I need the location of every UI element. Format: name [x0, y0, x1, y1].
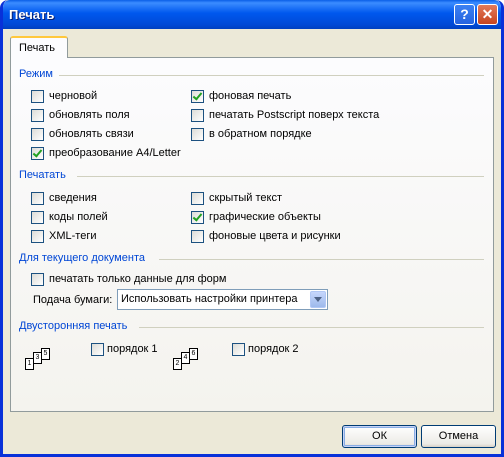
tab-print[interactable]: Печать	[10, 36, 68, 58]
cancel-button[interactable]: Отмена	[421, 425, 496, 448]
duplex-group-divider	[139, 327, 484, 328]
a4-letter-checkbox[interactable]	[31, 147, 44, 160]
page-5-icon: 5	[41, 348, 50, 360]
current-doc-group-divider	[159, 259, 484, 260]
duplex-order1-icon: 1 3 5	[25, 348, 57, 374]
close-button[interactable]: ✕	[477, 4, 498, 25]
print-group-title: Печатать	[19, 169, 66, 181]
background-print-checkbox[interactable]	[191, 90, 204, 103]
duplex-group-title: Двусторонняя печать	[19, 320, 128, 332]
hidden-text-label[interactable]: скрытый текст	[209, 192, 282, 204]
field-codes-checkbox[interactable]	[31, 211, 44, 224]
title-bar[interactable]: Печать ? ✕	[3, 0, 501, 29]
duplex-order2-checkbox[interactable]	[232, 343, 245, 356]
page-6-icon: 6	[189, 348, 198, 360]
summary-info-label[interactable]: сведения	[49, 192, 97, 204]
drawing-objects-checkbox[interactable]	[191, 211, 204, 224]
xml-tags-checkbox[interactable]	[31, 230, 44, 243]
form-data-only-checkbox[interactable]	[31, 273, 44, 286]
duplex-order1-label[interactable]: порядок 1	[107, 343, 158, 355]
postscript-over-text-checkbox[interactable]	[191, 109, 204, 122]
paper-feed-value: Использовать настройки принтера	[121, 293, 298, 305]
mode-group-divider	[59, 75, 484, 76]
update-fields-label[interactable]: обновлять поля	[49, 109, 130, 121]
draft-checkbox[interactable]	[31, 90, 44, 103]
update-links-checkbox[interactable]	[31, 128, 44, 141]
ok-button[interactable]: ОК	[342, 425, 417, 448]
mode-group-title: Режим	[19, 68, 53, 80]
form-data-only-label[interactable]: печатать только данные для форм	[49, 273, 226, 285]
a4-letter-label[interactable]: преобразование A4/Letter	[49, 147, 181, 159]
background-print-label[interactable]: фоновая печать	[209, 90, 291, 102]
duplex-order2-icon: 2 4 6	[173, 348, 205, 374]
paper-feed-dropdown[interactable]: Использовать настройки принтера	[117, 289, 328, 310]
tab-print-label: Печать	[19, 42, 56, 54]
xml-tags-label[interactable]: XML-теги	[49, 230, 96, 242]
print-group-divider	[77, 176, 484, 177]
update-fields-checkbox[interactable]	[31, 109, 44, 122]
close-icon: ✕	[481, 6, 494, 22]
help-button[interactable]: ?	[454, 4, 475, 25]
field-codes-label[interactable]: коды полей	[49, 211, 108, 223]
update-links-label[interactable]: обновлять связи	[49, 128, 134, 140]
postscript-over-text-label[interactable]: печатать Postscript поверх текста	[209, 109, 379, 121]
summary-info-checkbox[interactable]	[31, 192, 44, 205]
reverse-order-label[interactable]: в обратном порядке	[209, 128, 312, 140]
hidden-text-checkbox[interactable]	[191, 192, 204, 205]
duplex-order1-checkbox[interactable]	[91, 343, 104, 356]
reverse-order-checkbox[interactable]	[191, 128, 204, 141]
background-colors-label[interactable]: фоновые цвета и рисунки	[209, 230, 341, 242]
tab-panel: Режим черновой обновлять поля обновлять …	[10, 57, 494, 412]
help-icon: ?	[460, 6, 469, 22]
window-title: Печать	[9, 7, 55, 22]
duplex-order2-label[interactable]: порядок 2	[248, 343, 299, 355]
drawing-objects-label[interactable]: графические объекты	[209, 211, 321, 223]
chevron-down-icon[interactable]	[310, 291, 326, 308]
print-options-dialog: Печать ? ✕ Печать Режим черновой обновля…	[0, 0, 504, 457]
current-doc-group-title: Для текущего документа	[19, 252, 145, 264]
paper-feed-label: Подача бумаги:	[33, 294, 113, 306]
background-colors-checkbox[interactable]	[191, 230, 204, 243]
draft-label[interactable]: черновой	[49, 90, 97, 102]
